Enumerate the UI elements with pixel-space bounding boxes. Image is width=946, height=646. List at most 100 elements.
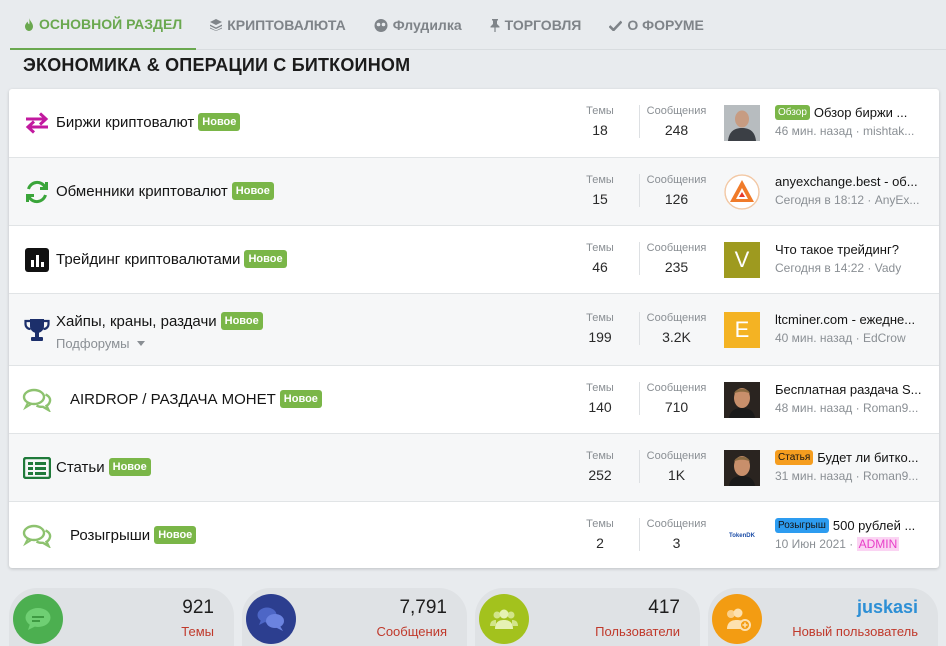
themes-count: 46 <box>592 259 608 275</box>
forum-title-text[interactable]: AIRDROP / РАЗДАЧА МОНЕТ <box>70 391 276 408</box>
avatar[interactable] <box>724 382 760 418</box>
stat-value: 921 <box>182 597 214 618</box>
last-post: Розыгрыш 500 рублей ... 10 Июн 2021 · ADM… <box>775 518 931 551</box>
last-post: anyexchange.best - об... Сегодня в 18:12… <box>775 174 931 207</box>
forum-title[interactable]: Хайпы, краны, раздачи Новое <box>56 312 263 330</box>
messages-count: 3.2K <box>662 329 691 345</box>
forum-title[interactable]: Статьи Новое <box>56 458 151 476</box>
subforums-label[interactable]: Подфорумы <box>56 336 130 351</box>
last-post-time[interactable]: 31 мин. назад <box>775 469 852 483</box>
tab-main-section[interactable]: ОСНОВНОЙ РАЗДЕЛ <box>10 0 197 50</box>
forum-list: Биржи криптовалют Новое Темы 18 Сообщени… <box>9 89 939 568</box>
forum-row[interactable]: Хайпы, краны, раздачи Новое Подфорумы Те… <box>9 293 939 365</box>
themes-count: 140 <box>588 399 612 415</box>
new-badge: Новое <box>220 312 263 330</box>
last-post: ltcminer.com - ежедне... 40 мин. назад ·… <box>775 312 931 345</box>
forum-title[interactable]: Розыгрыши Новое <box>70 526 197 544</box>
messages-stat: Сообщения 235 <box>639 242 713 275</box>
avatar[interactable]: E <box>724 312 760 348</box>
flame-icon <box>24 17 34 31</box>
last-post-user[interactable]: Roman9... <box>863 401 918 415</box>
forum-row[interactable]: Биржи криптовалют Новое Темы 18 Сообщени… <box>9 89 939 157</box>
tab-crypto[interactable]: КРИПТОВАЛЮТА <box>196 0 360 50</box>
exchange-arrows-icon <box>22 108 52 138</box>
tab-trade[interactable]: ТОРГОВЛЯ <box>476 0 596 50</box>
subforums-toggle[interactable]: Подфорумы <box>56 336 145 351</box>
themes-stat: Темы 2 <box>577 518 623 551</box>
avatar[interactable] <box>724 450 760 486</box>
tokendk-logo[interactable]: TokenDK <box>724 518 760 554</box>
forum-row[interactable]: Розыгрыши Новое Темы 2 Сообщения 3 Token… <box>9 501 939 568</box>
last-post-user[interactable]: EdCrow <box>863 331 906 345</box>
themes-count: 199 <box>588 329 612 345</box>
last-post-user[interactable]: Roman9... <box>863 469 918 483</box>
last-post-meta: 48 мин. назад · Roman9... <box>775 401 919 415</box>
last-post-time[interactable]: 46 мин. назад <box>775 124 852 138</box>
last-post-meta: 10 Июн 2021 · ADMIN <box>775 537 900 551</box>
messages-count: 235 <box>664 259 689 275</box>
forum-title-text[interactable]: Розыгрыши <box>70 527 150 544</box>
last-post-time[interactable]: 48 мин. назад <box>775 401 852 415</box>
last-post-time[interactable]: 10 Июн 2021 <box>775 537 846 551</box>
pin-icon <box>490 18 500 32</box>
forum-title[interactable]: Трейдинг криптовалютами Новое <box>56 250 287 268</box>
forum-title[interactable]: Обменники криптовалют Новое <box>56 182 274 200</box>
last-post-title[interactable]: Обзор биржи ... <box>814 105 908 120</box>
themes-label: Темы <box>586 382 614 394</box>
forum-title-text[interactable]: Биржи криптовалют <box>56 114 194 131</box>
forum-title[interactable]: Биржи криптовалют Новое <box>56 113 241 131</box>
prefix-badge[interactable]: Обзор <box>775 105 810 120</box>
last-post-user[interactable]: mishtak... <box>863 124 914 138</box>
forum-title-text[interactable]: Хайпы, краны, раздачи <box>56 313 217 330</box>
forum-title-text[interactable]: Трейдинг криптовалютами <box>56 251 240 268</box>
themes-label: Темы <box>586 174 614 186</box>
last-post-title[interactable]: Будет ли битко... <box>817 450 918 465</box>
themes-label: Темы <box>586 450 614 462</box>
forum-row[interactable]: Трейдинг криптовалютами Новое Темы 46 Со… <box>9 225 939 293</box>
forum-title-text[interactable]: Обменники криптовалют <box>56 183 228 200</box>
last-post-time[interactable]: 40 мин. назад <box>775 331 852 345</box>
themes-stat: Темы 18 <box>577 105 623 138</box>
bar-chart-icon <box>22 245 52 275</box>
messages-label: Сообщения <box>646 105 707 117</box>
last-post-title[interactable]: Что такое трейдинг? <box>775 242 899 257</box>
chevron-down-icon[interactable] <box>136 341 145 346</box>
comment-icon <box>13 594 63 644</box>
themes-count: 18 <box>592 122 608 138</box>
anyexchange-logo[interactable] <box>724 174 760 210</box>
layers-icon <box>210 19 223 31</box>
forum-title-text[interactable]: Статьи <box>56 459 105 476</box>
last-post-title[interactable]: 500 рублей ... <box>833 518 915 533</box>
last-post-time[interactable]: Сегодня в 14:22 <box>775 261 864 275</box>
last-post-title[interactable]: Бесплатная раздача S... <box>775 382 922 397</box>
last-post-user[interactable]: Vady <box>875 261 901 275</box>
messages-stat: Сообщения 3 <box>639 518 713 551</box>
messages-count: 3 <box>672 535 681 551</box>
stat-new-user: juskasi Новый пользователь <box>708 588 938 646</box>
last-post-title[interactable]: ltcminer.com - ежедне... <box>775 312 915 327</box>
prefix-badge[interactable]: Розыгрыш <box>775 518 829 533</box>
messages-count: 248 <box>664 122 689 138</box>
messages-label: Сообщения <box>646 382 707 394</box>
avatar[interactable] <box>724 105 760 141</box>
stat-value: 7,791 <box>399 597 447 618</box>
forum-row[interactable]: Обменники криптовалют Новое Темы 15 Сооб… <box>9 157 939 225</box>
prefix-badge[interactable]: Статья <box>775 450 814 465</box>
new-badge: Новое <box>279 390 322 408</box>
forum-row[interactable]: Статьи Новое Темы 252 Сообщения 1K Стать… <box>9 433 939 501</box>
section-title[interactable]: ЭКОНОМИКА & ОПЕРАЦИИ С БИТКОИНОМ <box>23 55 410 76</box>
last-post-user[interactable]: AnyEx... <box>875 193 920 207</box>
avatar[interactable]: V <box>724 242 760 278</box>
last-post-title[interactable]: anyexchange.best - об... <box>775 174 918 189</box>
forum-title[interactable]: AIRDROP / РАЗДАЧА МОНЕТ Новое <box>70 390 322 408</box>
user-add-icon <box>712 594 762 644</box>
tab-about-forum[interactable]: О ФОРУМЕ <box>595 0 717 50</box>
themes-stat: Темы 252 <box>577 450 623 483</box>
new-badge: Новое <box>198 113 241 131</box>
messages-stat: Сообщения 248 <box>639 105 713 138</box>
forum-row[interactable]: AIRDROP / РАЗДАЧА МОНЕТ Новое Темы 140 С… <box>9 365 939 433</box>
last-post-user[interactable]: ADMIN <box>856 537 900 551</box>
last-post-time[interactable]: Сегодня в 18:12 <box>775 193 864 207</box>
new-user-name[interactable]: juskasi <box>857 597 918 618</box>
tab-flood[interactable]: Флудилка <box>360 0 476 50</box>
